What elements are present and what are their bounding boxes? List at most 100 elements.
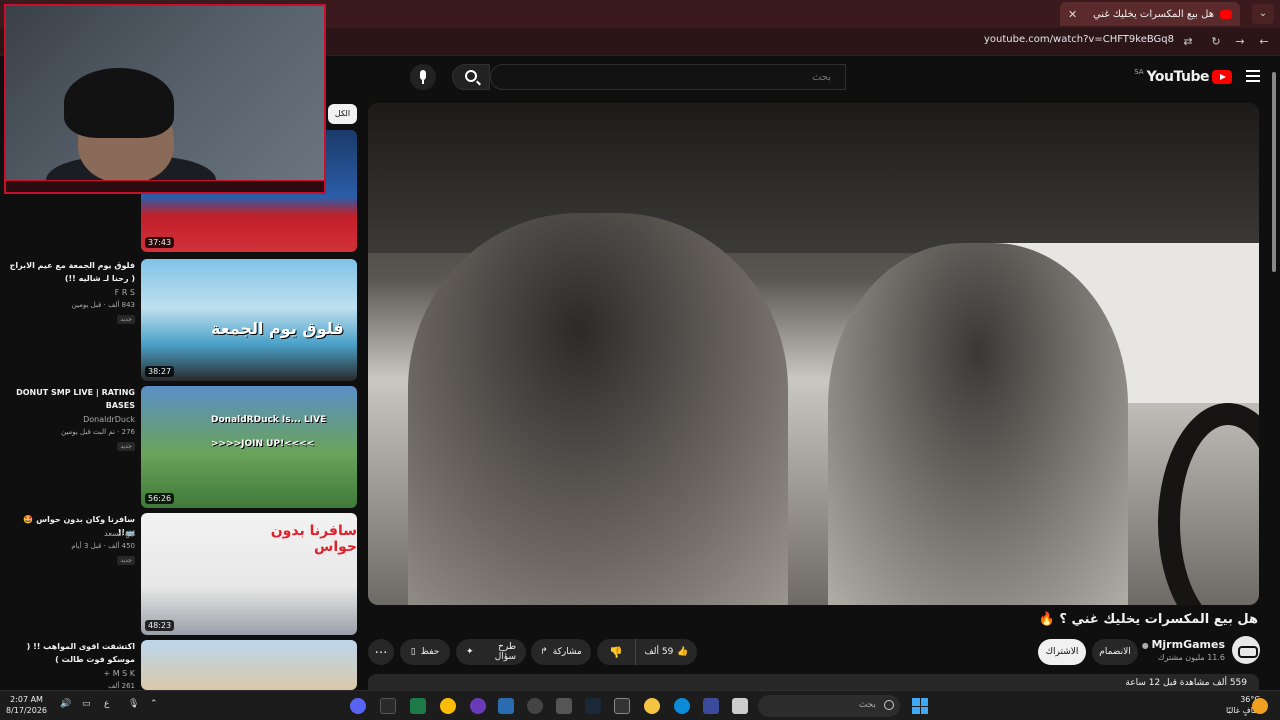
verified-icon: ● bbox=[1141, 641, 1152, 650]
list-item[interactable]: اكتشفت اقوى المواهب !! ( موسكو فوت طالت … bbox=[0, 640, 360, 690]
save-label: حفظ bbox=[420, 647, 440, 657]
channel-name-text: MjrmGames bbox=[1151, 638, 1225, 651]
reload-icon[interactable]: ↻ bbox=[1208, 34, 1224, 50]
app-icon[interactable] bbox=[410, 698, 426, 714]
share-button[interactable]: مشاركة ↱ bbox=[531, 639, 591, 665]
microphone-icon[interactable]: 🎙 bbox=[128, 699, 139, 709]
network-icon[interactable]: ▭ bbox=[82, 699, 91, 709]
chrome-icon[interactable] bbox=[440, 698, 456, 714]
list-item[interactable]: فلوق يوم الجمعة 38:27 فلوق يوم الجمعة مع… bbox=[0, 259, 360, 381]
rec-channel[interactable]: F R S bbox=[9, 288, 135, 297]
app-icon[interactable] bbox=[470, 698, 486, 714]
menu-icon[interactable] bbox=[1246, 70, 1260, 82]
language-indicator[interactable]: ع bbox=[104, 699, 109, 709]
youtube-header: SA YouTube bbox=[330, 56, 1280, 100]
file-explorer-icon[interactable] bbox=[732, 698, 748, 714]
search-icon bbox=[884, 700, 894, 710]
video-frame-passenger bbox=[408, 213, 788, 605]
rec-title[interactable]: اكتشفت اقوى المواهب !! ( موسكو فوت طالت … bbox=[9, 640, 135, 666]
address-bar[interactable]: youtube.com/watch?v=CHFT9keBGq8 bbox=[984, 34, 1174, 45]
duration-badge: 38:27 bbox=[145, 366, 175, 377]
list-item[interactable]: سافرنا بدون حواس 48:23 سافرنا وكان بدون … bbox=[0, 513, 360, 635]
store-icon[interactable] bbox=[556, 698, 572, 714]
mail-icon[interactable] bbox=[498, 698, 514, 714]
ask-label: طرح سؤال bbox=[494, 642, 516, 662]
webcam-overlay bbox=[4, 4, 326, 194]
share-label: مشاركة bbox=[552, 647, 582, 657]
voice-search-icon[interactable] bbox=[410, 64, 436, 90]
thumbs-down-icon: 👎 bbox=[609, 645, 623, 659]
youtube-logo[interactable]: SA YouTube bbox=[1134, 68, 1232, 85]
steam-icon[interactable] bbox=[585, 698, 601, 714]
subscribe-button[interactable]: الاشتراك bbox=[1038, 639, 1086, 665]
list-item[interactable]: DonaldRDuck Is... LIVE >>>>JOIN UP!<<<< … bbox=[0, 386, 360, 508]
close-tab-icon[interactable]: ✕ bbox=[1068, 8, 1077, 21]
browser-tab[interactable]: هل بيع المكسرات يخليك غني ✕ bbox=[1060, 2, 1240, 26]
rec-title[interactable]: DONUT SMP LIVE | RATING BASES bbox=[9, 386, 135, 412]
speaker-icon[interactable]: 🔊 bbox=[60, 699, 71, 709]
rec-channel[interactable]: ابو السعد bbox=[9, 529, 135, 538]
rec-channel[interactable]: M S K + bbox=[9, 669, 135, 678]
webcam-frame-bar bbox=[6, 180, 324, 192]
rec-channel[interactable]: DonaldrDuck bbox=[9, 415, 135, 424]
rec-meta: 276 · تم البث قبل يومين bbox=[61, 428, 135, 436]
app-icon[interactable] bbox=[527, 698, 543, 714]
ask-button[interactable]: طرح سؤال ✦ bbox=[456, 639, 526, 665]
new-badge: جديد bbox=[117, 315, 135, 324]
edge-icon[interactable] bbox=[674, 698, 690, 714]
bookmark-icon: ▯ bbox=[410, 647, 416, 657]
like-button[interactable]: 👍 59 ألف bbox=[635, 639, 697, 665]
taskbar-clock[interactable]: 2:07 AM 8/17/2026 bbox=[6, 694, 47, 716]
duration-badge: 56:26 bbox=[145, 493, 175, 504]
youtube-favicon-icon bbox=[1220, 9, 1232, 19]
discord-icon[interactable] bbox=[350, 698, 366, 714]
scrollbar-thumb[interactable] bbox=[1272, 72, 1276, 272]
new-badge: جديد bbox=[117, 442, 135, 451]
dislike-button[interactable]: 👎 bbox=[597, 639, 635, 665]
video-thumbnail[interactable] bbox=[141, 640, 357, 690]
sparkle-icon: ✦ bbox=[466, 647, 474, 657]
windows-taskbar: 2:07 AM 8/17/2026 🔊 ▭ ع 🎙 ⌃ بحث 36°C صاف… bbox=[0, 690, 1280, 720]
search-button[interactable] bbox=[452, 64, 490, 90]
search-input[interactable] bbox=[491, 65, 845, 90]
search-icon bbox=[465, 70, 477, 82]
video-title: هل بيع المكسرات يخليك غني ؟ 🔥 bbox=[1038, 612, 1258, 627]
join-button[interactable]: الانضمام bbox=[1092, 639, 1138, 665]
thumbs-up-icon: 👍 bbox=[677, 647, 689, 657]
save-button[interactable]: حفظ ▯ bbox=[400, 639, 450, 665]
description-box[interactable]: 559 ألف مشاهدة قبل 12 ساعة bbox=[368, 674, 1259, 690]
back-icon[interactable]: ← bbox=[1256, 34, 1272, 50]
channel-name[interactable]: ● MjrmGames bbox=[1142, 638, 1225, 651]
app-icon[interactable] bbox=[614, 698, 630, 714]
new-badge: جديد bbox=[117, 556, 135, 565]
page-scrollbar[interactable] bbox=[1270, 60, 1278, 690]
app-icon[interactable] bbox=[703, 698, 719, 714]
app-icon[interactable] bbox=[644, 698, 660, 714]
video-thumbnail[interactable]: DonaldRDuck Is... LIVE >>>>JOIN UP!<<<< … bbox=[141, 386, 357, 508]
forward-icon[interactable]: → bbox=[1232, 34, 1248, 50]
search-field[interactable] bbox=[490, 64, 846, 90]
taskbar-search[interactable]: بحث bbox=[758, 695, 900, 717]
video-thumbnail[interactable]: فلوق يوم الجمعة 38:27 bbox=[141, 259, 357, 381]
rec-title[interactable]: فلوق يوم الجمعة مع عيم الابراج ( رحنا لـ… bbox=[9, 259, 135, 285]
filter-chip-all[interactable]: الكل bbox=[328, 104, 357, 124]
windows-start-icon[interactable] bbox=[912, 698, 928, 714]
thumbnail-text: فلوق يوم الجمعة bbox=[211, 319, 344, 338]
join-label: الانضمام bbox=[1099, 647, 1131, 657]
app-icon[interactable] bbox=[380, 698, 396, 714]
more-actions-icon[interactable]: … bbox=[368, 639, 394, 665]
site-settings-icon[interactable]: ⇄ bbox=[1180, 34, 1196, 50]
tab-list-button[interactable]: ⌄ bbox=[1252, 4, 1274, 24]
video-frame-driver bbox=[828, 243, 1128, 605]
subscriber-count: 11.6 مليون مشترك bbox=[1157, 653, 1225, 662]
video-player[interactable] bbox=[368, 103, 1259, 605]
webcam-person-hair bbox=[64, 68, 174, 138]
logo-text: YouTube bbox=[1146, 69, 1210, 85]
video-thumbnail[interactable]: سافرنا بدون حواس 48:23 bbox=[141, 513, 357, 635]
thumbnail-text: DonaldRDuck Is... LIVE >>>>JOIN UP!<<<< bbox=[211, 415, 327, 449]
rec-meta: 843 ألف · قبل يومين bbox=[71, 301, 135, 309]
region-code: SA bbox=[1134, 68, 1144, 76]
chevron-up-icon[interactable]: ⌃ bbox=[150, 699, 158, 709]
channel-avatar[interactable] bbox=[1232, 636, 1260, 664]
video-frame-steering-wheel bbox=[1158, 403, 1259, 605]
